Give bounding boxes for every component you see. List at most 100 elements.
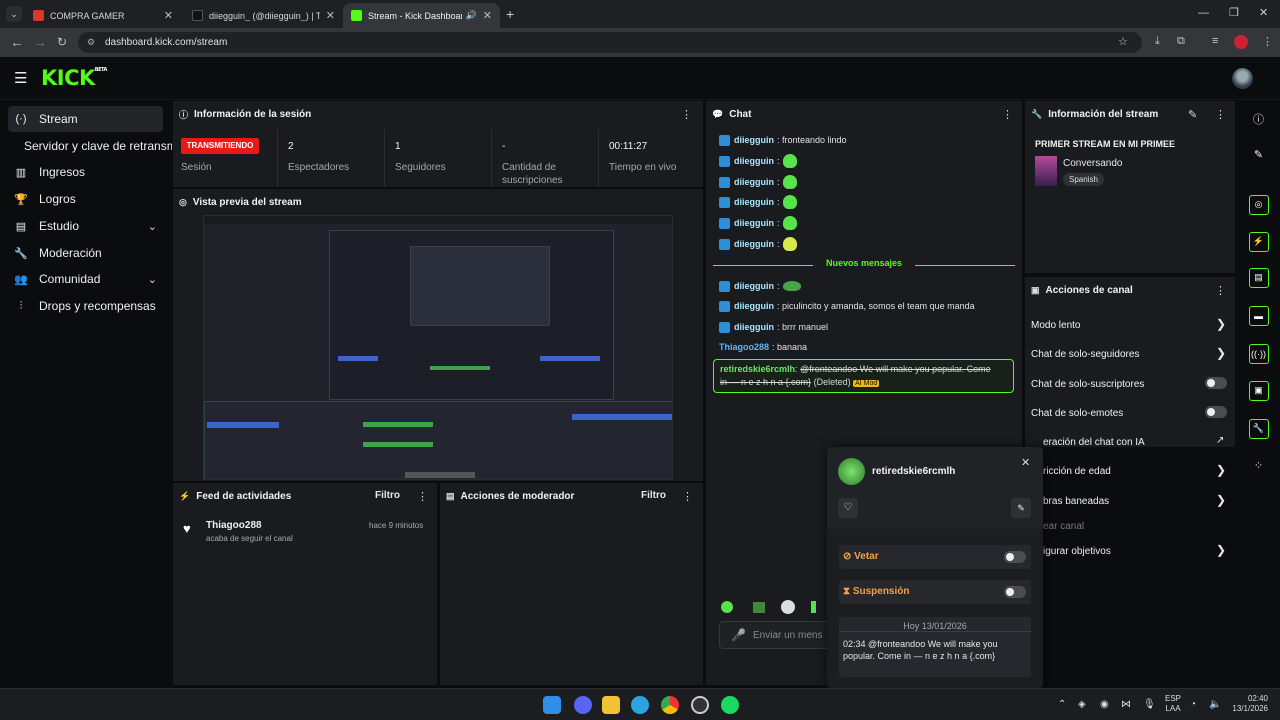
bookmark-star-icon[interactable]: ☆: [1118, 32, 1128, 53]
volume-icon[interactable]: 🔈: [1209, 699, 1221, 710]
emote-shortcut-icon[interactable]: [811, 601, 816, 613]
wifi-icon[interactable]: ◔: [1190, 699, 1196, 710]
close-tab-icon[interactable]: ✕: [483, 9, 492, 22]
close-icon[interactable]: ✕: [1021, 456, 1030, 469]
browser-menu-icon[interactable]: ⋮: [1262, 35, 1273, 48]
stream-preview-video[interactable]: [203, 215, 673, 480]
slow-mode-item[interactable]: Modo lento: [1031, 320, 1080, 331]
chat-message[interactable]: diiegguin: brrr manuel: [719, 320, 828, 334]
obs-icon[interactable]: [691, 696, 709, 714]
tab-tiktok[interactable]: diiegguin_ (@diiegguin_) | TikTok ✕: [184, 3, 343, 28]
edit-rail-button[interactable]: ✎: [1237, 137, 1280, 172]
site-info-icon[interactable]: ⚙: [87, 32, 95, 53]
chat-message[interactable]: diiegguin:: [719, 279, 801, 293]
microphone-icon[interactable]: 🎤: [731, 628, 746, 642]
add-widget-rail-button[interactable]: ⁘: [1237, 448, 1280, 483]
chevron-right-icon[interactable]: ❯: [1216, 463, 1226, 477]
emote-shortcut-icon[interactable]: [781, 600, 795, 614]
channel-actions-menu-icon[interactable]: ⋮: [1215, 284, 1226, 297]
streaminfo-menu-icon[interactable]: ⋮: [1215, 108, 1226, 121]
reload-icon[interactable]: ↻: [57, 35, 67, 49]
tray-app-icon[interactable]: ⋈: [1121, 699, 1131, 710]
external-link-icon[interactable]: ↗: [1216, 435, 1224, 446]
ban-toggle[interactable]: [1004, 551, 1026, 563]
chevron-right-icon[interactable]: ❯: [1216, 493, 1226, 507]
emote-shortcut-icon[interactable]: [721, 601, 733, 613]
timeout-toggle[interactable]: [1004, 586, 1026, 598]
chat-message[interactable]: diiegguin: piculincito y amanda, somos e…: [719, 299, 975, 313]
info-rail-button[interactable]: ⓘ: [1237, 101, 1280, 136]
file-explorer-icon[interactable]: [602, 696, 620, 714]
address-bar[interactable]: ⚙ dashboard.kick.com/stream ☆: [78, 32, 1142, 53]
chat-message[interactable]: diiegguin:: [719, 237, 797, 251]
input-language[interactable]: ESP LAA: [1165, 694, 1181, 714]
media-control-icon[interactable]: ≡: [1212, 35, 1218, 47]
new-tab-icon[interactable]: +: [506, 6, 514, 22]
follow-heart-button[interactable]: ♡: [838, 498, 858, 518]
chevron-right-icon[interactable]: ❯: [1216, 346, 1226, 360]
tab-search-button[interactable]: ⌄: [6, 6, 22, 22]
sidebar-item-stream[interactable]: (·) Stream: [8, 106, 163, 132]
sidebar-item-logros[interactable]: 🏆 Logros: [8, 186, 163, 212]
banned-words-item[interactable]: bras baneadas: [1043, 496, 1109, 507]
tray-app-icon[interactable]: ◉: [1100, 699, 1109, 710]
modlog-rail-button[interactable]: ▤: [1237, 260, 1280, 295]
ai-moderation-item[interactable]: eración del chat con IA: [1043, 437, 1145, 448]
channel-rail-button[interactable]: ▣: [1237, 373, 1280, 408]
profile-avatar[interactable]: [1234, 35, 1248, 49]
flagged-chat-message[interactable]: retiredskie6rcmlh: @fronteandoo We will …: [713, 359, 1014, 393]
close-tab-icon[interactable]: ✕: [326, 9, 335, 22]
back-icon[interactable]: ←: [10, 34, 24, 50]
discord-icon[interactable]: [574, 696, 592, 714]
preview-rail-button[interactable]: ◎: [1237, 187, 1280, 222]
user-avatar[interactable]: [1232, 68, 1253, 89]
clock[interactable]: 02:40 13/1/2026: [1228, 694, 1268, 714]
chat-rail-button[interactable]: ▬: [1237, 298, 1280, 333]
age-restriction-item[interactable]: ricción de edad: [1043, 466, 1111, 477]
sidebar-item-stream-key[interactable]: Servidor y clave de retransmisión: [19, 133, 172, 159]
tray-app-icon[interactable]: ◈: [1078, 699, 1086, 710]
chat-message[interactable]: diiegguin:: [719, 154, 797, 168]
tab-compra-gamer[interactable]: COMPRA GAMER ✕: [25, 3, 181, 28]
goals-item[interactable]: igurar objetivos: [1043, 546, 1111, 557]
chat-message[interactable]: diiegguin: fronteando lindo: [719, 133, 847, 147]
emote-shortcut-icon[interactable]: [753, 602, 765, 613]
tab-kick-dashboard[interactable]: Stream - Kick Dashboard 🔊 ✕: [343, 3, 500, 28]
telegram-icon[interactable]: [631, 696, 649, 714]
followers-only-item[interactable]: Chat de solo-seguidores: [1031, 349, 1139, 360]
restore-icon[interactable]: ❐: [1229, 6, 1239, 19]
subscribers-only-toggle[interactable]: [1205, 377, 1227, 389]
edit-pencil-icon[interactable]: ✎: [1188, 108, 1197, 121]
modactions-filter-button[interactable]: Filtro: [641, 490, 666, 501]
kick-logo[interactable]: KICKBETA: [41, 66, 107, 90]
activity-rail-button[interactable]: ⚡: [1237, 224, 1280, 259]
chevron-right-icon[interactable]: ❯: [1216, 543, 1226, 557]
activity-filter-button[interactable]: Filtro: [375, 490, 400, 501]
chat-message[interactable]: diiegguin:: [719, 216, 797, 230]
forward-icon[interactable]: →: [33, 34, 47, 50]
spotify-icon[interactable]: [721, 696, 739, 714]
session-menu-icon[interactable]: ⋮: [681, 108, 692, 121]
chevron-right-icon[interactable]: ❯: [1216, 317, 1226, 331]
sidebar-item-estudio[interactable]: ▤ Estudio ⌄: [8, 213, 163, 239]
broadcast-rail-button[interactable]: ((·)): [1237, 336, 1280, 371]
chat-input[interactable]: 🎤 Enviar un mensaje: [719, 621, 829, 649]
chat-message[interactable]: diiegguin:: [719, 195, 797, 209]
sidebar-item-comunidad[interactable]: 👥 Comunidad ⌄: [8, 266, 163, 292]
extensions-icon[interactable]: ⧉: [1177, 35, 1185, 48]
chat-message[interactable]: diiegguin:: [719, 175, 797, 189]
microphone-tray-icon[interactable]: 🎙: [1143, 699, 1156, 710]
wrench-rail-button[interactable]: 🔧: [1237, 411, 1280, 446]
hamburger-menu-icon[interactable]: ☰: [14, 69, 27, 87]
chat-message[interactable]: Thiagoo288: banana: [719, 340, 807, 354]
raid-channel-item[interactable]: ear canal: [1043, 521, 1084, 532]
activity-menu-icon[interactable]: ⋮: [417, 490, 428, 503]
chat-menu-icon[interactable]: ⋮: [1002, 108, 1013, 121]
sidebar-item-ingresos[interactable]: ▥ Ingresos: [8, 159, 163, 185]
audio-playing-icon[interactable]: 🔊: [466, 10, 477, 21]
windows-start-icon[interactable]: [543, 696, 561, 714]
minimize-icon[interactable]: —: [1198, 7, 1209, 19]
sidebar-item-drops[interactable]: ⫶ Drops y recompensas: [8, 293, 163, 319]
chrome-icon[interactable]: [661, 696, 679, 714]
close-tab-icon[interactable]: ✕: [164, 9, 173, 22]
